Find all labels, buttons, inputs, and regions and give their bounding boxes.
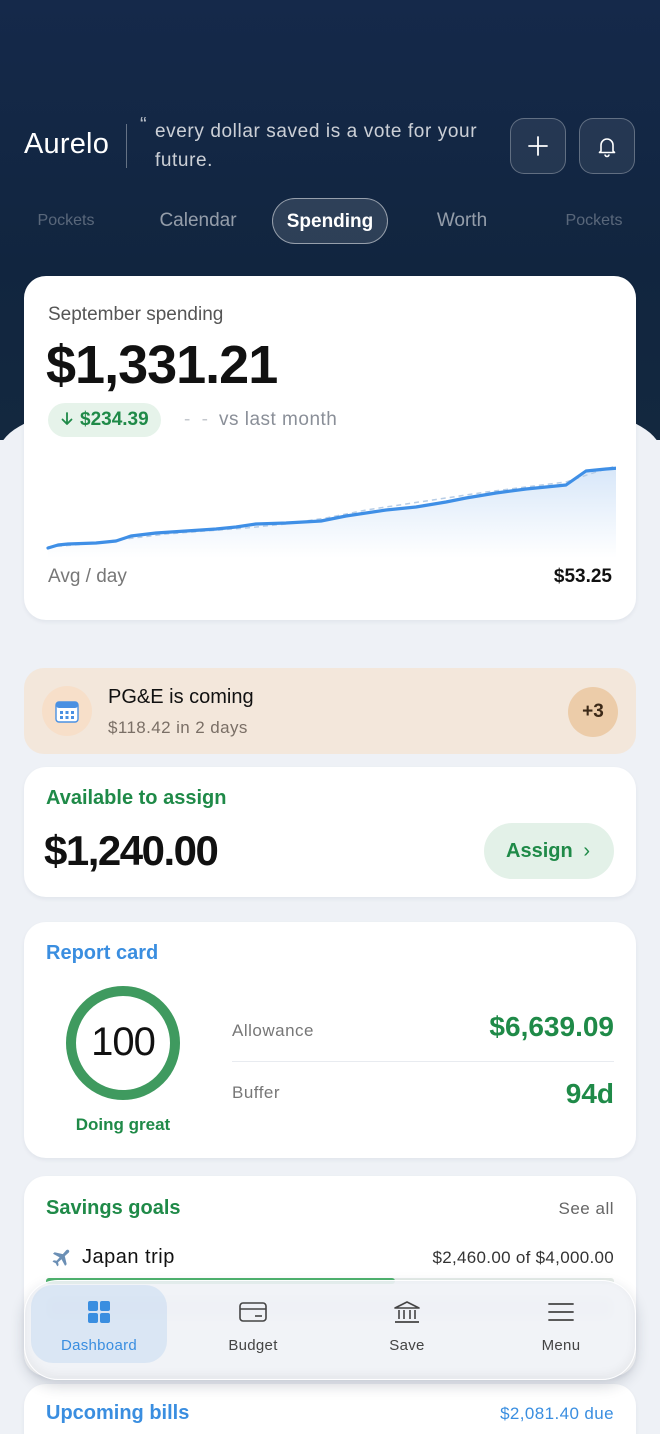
tab-worth[interactable]: Worth bbox=[420, 198, 504, 244]
vs-label: vs last month bbox=[218, 409, 338, 430]
bill-alert-subtitle: $118.42 in 2 days bbox=[108, 718, 248, 737]
goal-amount: $2,460.00 of $4,000.00 bbox=[432, 1248, 614, 1267]
assign-label: Available to assign bbox=[46, 787, 227, 809]
nav-menu[interactable]: Menu bbox=[493, 1285, 629, 1363]
stat-row-buffer: Buffer 94d bbox=[232, 1062, 614, 1124]
stat-label: Buffer bbox=[232, 1083, 281, 1102]
stat-value: $6,639.09 bbox=[489, 1011, 614, 1042]
bill-alert-card[interactable]: PG&E is coming $118.42 in 2 days +3 bbox=[24, 668, 636, 754]
nav-save[interactable]: Save bbox=[339, 1285, 475, 1363]
stat-row-allowance: Allowance $6,639.09 bbox=[232, 1000, 614, 1062]
spending-delta-badge: $234.39 bbox=[48, 403, 161, 437]
bills-due-total[interactable]: $2,081.40 due bbox=[500, 1404, 614, 1424]
savings-goals-title: Savings goals bbox=[46, 1197, 181, 1219]
nav-icon-wrap bbox=[339, 1299, 475, 1325]
grid-icon bbox=[88, 1301, 110, 1323]
airplane-icon bbox=[52, 1249, 70, 1267]
bill-alert-icon-badge bbox=[42, 686, 92, 736]
delta-value: $234.39 bbox=[80, 409, 149, 430]
header-divider bbox=[126, 124, 127, 168]
upcoming-bills-title: Upcoming bills bbox=[46, 1402, 190, 1424]
upcoming-bills-card: Upcoming bills $2,081.40 due bbox=[24, 1384, 636, 1434]
bottom-nav: Dashboard Budget Save Menu bbox=[24, 1280, 636, 1380]
calendar-icon bbox=[55, 701, 79, 723]
stat-value: 94d bbox=[565, 1078, 614, 1109]
spending-label: September spending bbox=[48, 304, 224, 325]
nav-label: Dashboard bbox=[60, 1337, 138, 1354]
tab-pockets[interactable]: Pockets bbox=[24, 198, 108, 244]
notifications-button[interactable] bbox=[579, 118, 635, 174]
nav-label: Save bbox=[389, 1337, 425, 1354]
assign-button-label: Assign bbox=[506, 840, 573, 862]
dashed-legend-mark: - - bbox=[184, 409, 211, 430]
nav-dashboard[interactable]: Dashboard bbox=[31, 1285, 167, 1363]
card-icon bbox=[239, 1302, 267, 1322]
assign-button[interactable]: Assign › bbox=[484, 823, 614, 879]
report-card-title: Report card bbox=[46, 942, 159, 964]
nav-budget[interactable]: Budget bbox=[185, 1285, 321, 1363]
score-value: 100 bbox=[91, 1020, 156, 1064]
sparkline-area bbox=[48, 468, 616, 558]
app-logo: Aurelo bbox=[24, 128, 110, 160]
add-button[interactable] bbox=[510, 118, 566, 174]
plus-icon bbox=[528, 136, 548, 156]
nav-label: Budget bbox=[228, 1337, 278, 1354]
see-all-link[interactable]: See all bbox=[559, 1199, 614, 1219]
tab-calendar[interactable]: Calendar bbox=[148, 198, 248, 244]
report-card[interactable]: Report card 100 Doing great Allowance $6… bbox=[24, 922, 636, 1158]
arrow-down-icon bbox=[61, 412, 73, 425]
chevron-right-icon: › bbox=[583, 840, 590, 862]
avg-per-day-label: Avg / day bbox=[48, 566, 127, 587]
bell-icon bbox=[598, 138, 616, 158]
spending-amount: $1,331.21 bbox=[46, 335, 278, 395]
tab-pockets-2[interactable]: Pockets bbox=[552, 198, 636, 244]
bill-alert-title: PG&E is coming bbox=[108, 686, 254, 708]
nav-icon-wrap bbox=[185, 1299, 321, 1325]
tab-spending[interactable]: Spending bbox=[272, 198, 388, 244]
tagline: every dollar saved is a vote for your fu… bbox=[155, 121, 478, 171]
vs-last-month: - - vs last month bbox=[184, 409, 337, 431]
stat-label: Allowance bbox=[232, 1021, 314, 1040]
assign-amount: $1,240.00 bbox=[44, 827, 219, 874]
avg-per-day-value: $53.25 bbox=[553, 566, 612, 587]
nav-icon-wrap bbox=[31, 1299, 167, 1325]
view-tabs: Pockets Calendar Spending Worth Pockets bbox=[0, 198, 660, 246]
spending-sparkline bbox=[46, 465, 616, 558]
assign-card: Available to assign $1,240.00 Assign › bbox=[24, 767, 636, 897]
goal-name[interactable]: Japan trip bbox=[82, 1246, 175, 1269]
nav-icon-wrap bbox=[493, 1299, 629, 1325]
spending-card[interactable]: September spending $1,331.21 $234.39 - -… bbox=[24, 276, 636, 620]
more-bills-badge[interactable]: +3 bbox=[568, 687, 618, 737]
menu-icon bbox=[548, 1303, 574, 1321]
quote-mark: “ bbox=[140, 114, 147, 136]
score-caption: Doing great bbox=[75, 1115, 171, 1134]
nav-label: Menu bbox=[541, 1337, 581, 1354]
bank-icon bbox=[394, 1301, 420, 1323]
